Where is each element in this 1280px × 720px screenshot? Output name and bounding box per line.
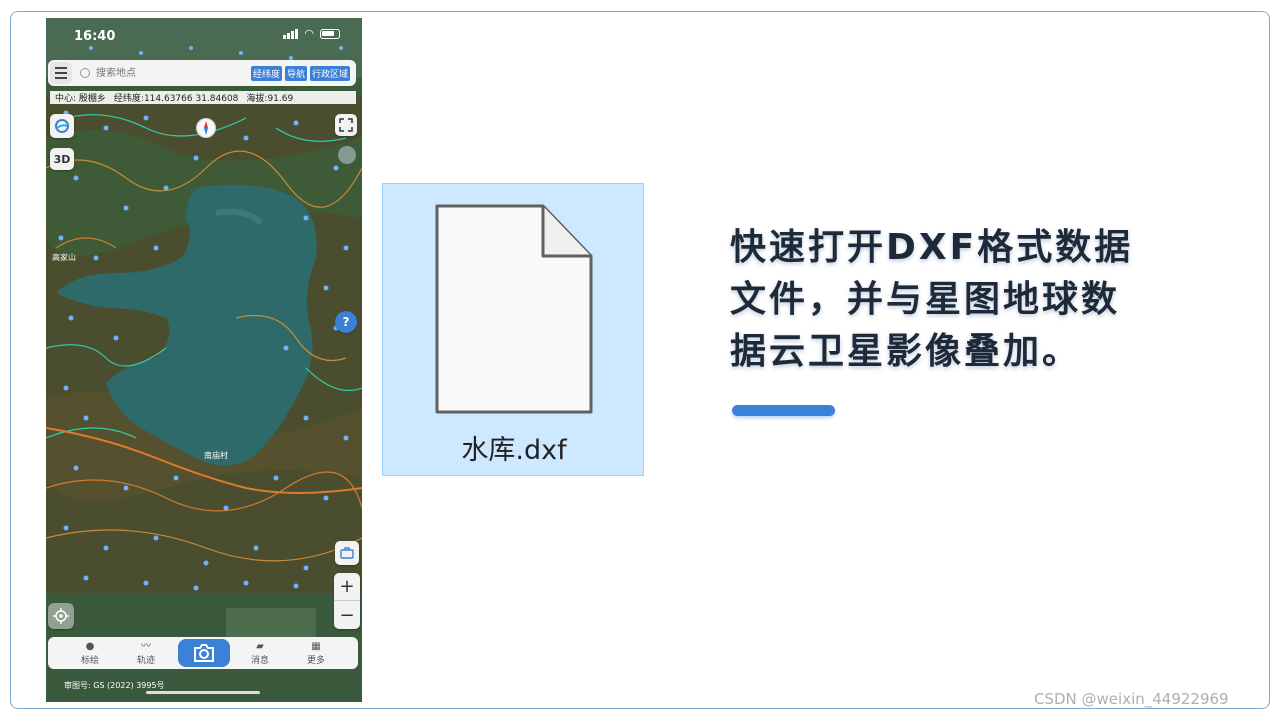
signal-icon xyxy=(283,28,299,39)
toolbox-button[interactable] xyxy=(335,541,359,565)
tab-track[interactable]: 〰轨迹 xyxy=(126,641,166,666)
file-tile[interactable]: 水库.dxf xyxy=(382,183,644,476)
map-coordinates: 经纬度:114.63766 31.84608 xyxy=(113,94,239,104)
search-icon xyxy=(80,68,90,78)
3d-toggle-button[interactable]: 3D xyxy=(50,148,74,170)
track-icon: 〰 xyxy=(141,641,151,652)
globe-logo-icon xyxy=(55,119,69,133)
phone-screenshot: 高家山 南庙村 16:40 ◠ 经纬度 导航 行政区域 中心: 殷棚乡 经纬度:… xyxy=(46,18,362,702)
wifi-icon: ◠ xyxy=(304,27,314,40)
locate-button[interactable] xyxy=(48,603,74,629)
locate-icon xyxy=(53,608,69,624)
headline: 快速打开DXF格式数据 文件，并与星图地球数 据云卫星影像叠加。 xyxy=(730,222,1200,378)
home-indicator xyxy=(146,691,260,694)
search-input[interactable] xyxy=(94,66,248,80)
compass-icon[interactable] xyxy=(196,118,216,138)
place-label: 高家山 xyxy=(52,252,76,262)
zoom-control: + − xyxy=(334,573,360,629)
map-altitude: 海拔:91.69 xyxy=(246,94,294,104)
fullscreen-button[interactable] xyxy=(335,114,357,136)
help-button[interactable]: ? xyxy=(335,311,357,333)
expand-icon xyxy=(339,118,353,132)
place-label: 南庙村 xyxy=(204,450,228,460)
headline-line: 据云卫星影像叠加。 xyxy=(730,331,1082,372)
battery-icon xyxy=(320,28,340,39)
map-info-bar: 中心: 殷棚乡 经纬度:114.63766 31.84608 海拔:91.69 xyxy=(50,91,356,104)
map-approval-number: 审图号: GS (2022) 3995号 xyxy=(64,681,165,690)
navigation-button[interactable]: 导航 xyxy=(285,65,308,81)
accent-bar xyxy=(732,405,835,416)
message-icon: ▰ xyxy=(256,641,264,652)
tab-more[interactable]: ▦ 更多 xyxy=(296,641,336,666)
file-name: 水库.dxf xyxy=(461,435,567,466)
palette-icon: ● xyxy=(85,641,95,652)
headline-line: 快速打开DXF格式数据 xyxy=(730,227,1134,268)
map-center: 中心: 殷棚乡 xyxy=(55,94,106,104)
tab-plot[interactable]: ● 标绘 xyxy=(70,641,110,666)
menu-button[interactable] xyxy=(50,62,72,84)
camera-button[interactable] xyxy=(178,639,230,667)
app-logo-button[interactable] xyxy=(50,114,74,138)
camera-icon xyxy=(194,644,214,662)
watermark: CSDN @weixin_44922969 xyxy=(1034,690,1229,708)
layer-toggle-button[interactable] xyxy=(338,146,356,164)
document-file-icon xyxy=(435,204,593,414)
grid-icon: ▦ xyxy=(311,641,321,652)
briefcase-icon xyxy=(340,547,354,559)
bottom-tab-bar: ● 标绘 〰轨迹 ▰ 消息 ▦ 更多 xyxy=(48,637,358,669)
search-bar: 经纬度 导航 行政区域 xyxy=(48,60,356,86)
admin-region-button[interactable]: 行政区域 xyxy=(310,65,351,81)
zoom-in-button[interactable]: + xyxy=(334,573,360,601)
status-bar: 16:40 ◠ xyxy=(46,18,362,56)
latlng-button[interactable]: 经纬度 xyxy=(251,65,283,81)
status-time: 16:40 xyxy=(74,29,116,44)
headline-line: 文件，并与星图地球数 xyxy=(730,279,1121,320)
tab-messages[interactable]: ▰ 消息 xyxy=(240,641,280,666)
zoom-out-button[interactable]: − xyxy=(334,601,360,629)
